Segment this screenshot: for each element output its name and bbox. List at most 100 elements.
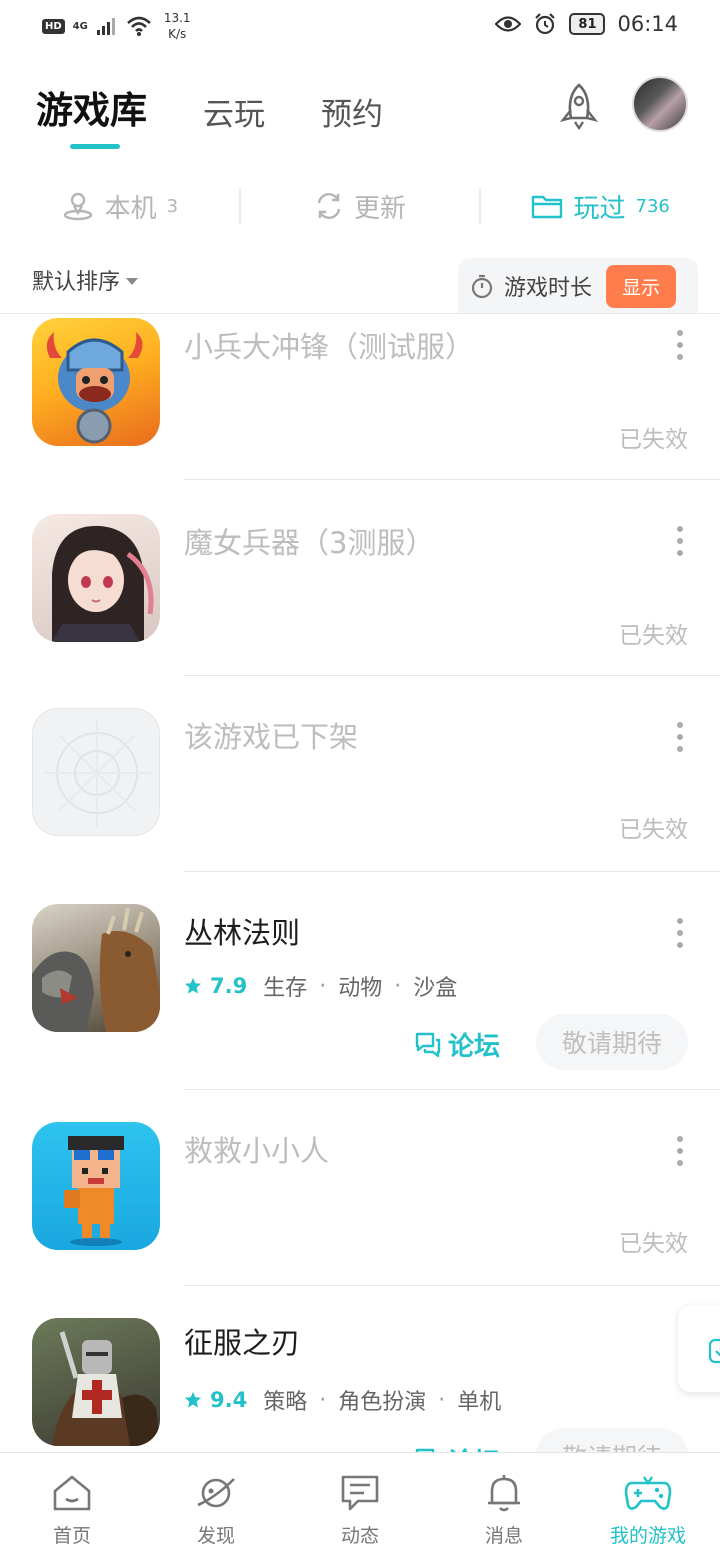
alarm-icon xyxy=(535,13,556,35)
filter-local-count: 3 xyxy=(166,195,179,217)
user-pin-icon xyxy=(63,192,92,221)
duration-label: 游戏时长 xyxy=(504,276,593,301)
tag-separator: · xyxy=(394,973,402,999)
status-bar: HD 4G 13.1 K/s 81 06:14 xyxy=(0,0,720,52)
eye-icon xyxy=(495,16,522,32)
tag: 沙盒 xyxy=(413,976,458,1001)
nav-messages[interactable]: 消息 xyxy=(432,1453,576,1560)
filter-local[interactable]: 本机 3 xyxy=(0,188,239,225)
active-tab-indicator xyxy=(70,144,120,149)
signal-icon xyxy=(96,18,115,35)
nav-my-games[interactable]: 我的游戏 xyxy=(576,1453,720,1560)
tab-game-library[interactable]: 游戏库 xyxy=(36,80,147,134)
game-title: 小兵大冲锋（测试服） xyxy=(184,330,475,364)
game-icon xyxy=(32,514,160,642)
speed-value: 13.1 xyxy=(163,11,191,25)
coming-soon-button[interactable]: 敬请期待 xyxy=(536,1014,688,1070)
nav-feed[interactable]: 动态 xyxy=(288,1453,432,1560)
filter-update[interactable]: 更新 xyxy=(241,188,480,225)
nav-discover-label: 发现 xyxy=(196,1525,235,1547)
warrior-icon xyxy=(46,332,143,444)
filter-played-label: 玩过 xyxy=(573,193,626,224)
more-options-icon[interactable] xyxy=(676,330,684,360)
list-item[interactable]: 小兵大冲锋（测试服） 已失效 xyxy=(0,314,720,480)
list-item[interactable]: 丛林法则 7.9 生存 · 动物 · 沙盒 论坛 敬请期待 xyxy=(0,872,720,1090)
gamepad-icon xyxy=(624,1476,672,1510)
status-invalid: 已失效 xyxy=(619,1231,688,1257)
game-title: 丛林法则 xyxy=(184,916,301,950)
knight-icon xyxy=(52,1331,160,1446)
bottom-navigation: 首页 发现 动态 消息 我的游戏 xyxy=(0,1452,720,1560)
tag: 角色扮演 xyxy=(338,1390,427,1415)
nav-feed-label: 动态 xyxy=(340,1525,379,1547)
nav-messages-label: 消息 xyxy=(484,1525,523,1547)
nav-home[interactable]: 首页 xyxy=(0,1453,144,1560)
nav-my-games-label: 我的游戏 xyxy=(609,1525,686,1547)
star-icon xyxy=(184,1391,202,1408)
filter-bar: 本机 3 更新 玩过 736 xyxy=(0,176,720,236)
floating-download-button[interactable] xyxy=(678,1306,720,1392)
more-options-icon[interactable] xyxy=(676,1136,684,1166)
network-label: 4G xyxy=(72,20,88,32)
list-item[interactable]: 该游戏已下架 已失效 xyxy=(0,676,720,872)
game-icon xyxy=(32,318,160,446)
nav-home-label: 首页 xyxy=(52,1525,91,1547)
status-invalid: 已失效 xyxy=(619,427,688,453)
pixel-character-icon xyxy=(64,1136,124,1246)
placeholder-icon xyxy=(32,708,160,836)
game-title: 救救小小人 xyxy=(184,1134,330,1168)
forum-label: 论坛 xyxy=(448,1442,500,1452)
show-duration-button[interactable]: 显示 xyxy=(606,264,677,308)
list-item[interactable]: 魔女兵器（3测服） 已失效 xyxy=(0,480,720,676)
tag-separator: · xyxy=(319,973,327,999)
tag: 策略 xyxy=(263,1390,308,1415)
list-item[interactable]: 救救小小人 已失效 xyxy=(0,1090,720,1286)
status-invalid: 已失效 xyxy=(619,623,688,649)
tab-reservation[interactable]: 预约 xyxy=(321,89,383,134)
coming-soon-button[interactable]: 敬请期待 xyxy=(536,1428,688,1452)
download-icon xyxy=(708,1338,720,1364)
more-options-icon[interactable] xyxy=(676,526,684,556)
game-icon xyxy=(32,1318,160,1446)
list-item[interactable]: 征服之刃 9.4 策略 · 角色扮演 · 单机 论坛 敬请期待 xyxy=(0,1286,720,1452)
more-options-icon[interactable] xyxy=(676,722,684,752)
message-square-icon xyxy=(341,1475,379,1511)
play-duration-toggle: 游戏时长 显示 xyxy=(458,258,698,314)
more-options-icon[interactable] xyxy=(676,918,684,948)
forum-label: 论坛 xyxy=(448,1032,501,1062)
game-meta: 9.4 策略 · 角色扮演 · 单机 xyxy=(184,1384,501,1416)
status-left: HD 4G 13.1 K/s xyxy=(42,10,191,42)
filter-local-label: 本机 xyxy=(104,193,157,224)
wolf-deer-icon xyxy=(32,907,160,1032)
tag: 动物 xyxy=(338,976,383,1001)
hd-badge: HD xyxy=(42,18,65,34)
tag: 单机 xyxy=(457,1390,502,1415)
status-invalid: 已失效 xyxy=(619,817,688,843)
game-title: 征服之刃 xyxy=(184,1326,301,1360)
chat-icon xyxy=(415,1032,441,1057)
rocket-icon[interactable] xyxy=(554,82,604,132)
game-icon xyxy=(32,1122,160,1250)
wifi-icon xyxy=(126,16,151,36)
tag-separator: · xyxy=(438,1387,446,1413)
tab-cloud-play[interactable]: 云玩 xyxy=(203,89,265,134)
filter-played[interactable]: 玩过 736 xyxy=(481,188,720,225)
filter-played-count: 736 xyxy=(635,195,670,217)
rating-score: 7.9 xyxy=(210,974,248,998)
star-icon xyxy=(184,977,202,994)
anime-girl-icon xyxy=(52,525,154,642)
stopwatch-icon xyxy=(471,274,493,299)
forum-button[interactable]: 论坛 xyxy=(414,1442,500,1452)
nav-discover[interactable]: 发现 xyxy=(144,1453,288,1560)
planet-icon xyxy=(197,1478,235,1508)
forum-button[interactable]: 论坛 xyxy=(414,1026,500,1063)
net-speed: 13.1 K/s xyxy=(164,10,191,42)
game-meta: 7.9 生存 · 动物 · 沙盒 xyxy=(184,970,457,1002)
clock: 06:14 xyxy=(617,12,678,36)
folder-icon xyxy=(532,195,563,219)
sort-dropdown[interactable]: 默认排序 xyxy=(32,264,139,296)
filter-update-label: 更新 xyxy=(354,193,407,224)
game-title: 该游戏已下架 xyxy=(184,720,359,754)
user-avatar[interactable] xyxy=(632,76,688,132)
game-icon xyxy=(32,904,160,1032)
